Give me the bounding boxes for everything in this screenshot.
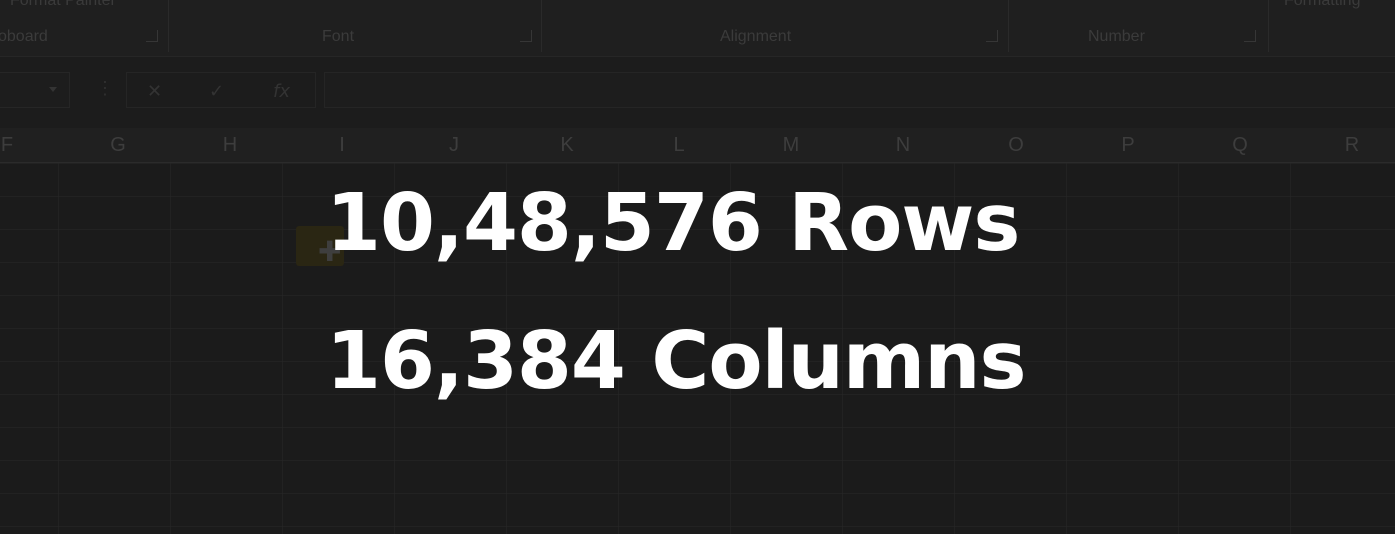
rows-count-caption: 10,48,576 Rows <box>326 177 1020 269</box>
ribbon-separator <box>168 0 169 52</box>
column-header-l[interactable]: L <box>667 134 691 157</box>
ribbon-separator <box>1268 0 1269 52</box>
formula-bar: ⋮ ✕ ✓ fx <box>0 68 1395 112</box>
number-launcher-icon[interactable] <box>1244 30 1256 42</box>
ribbon-group-clipboard: oboard <box>0 28 48 45</box>
column-header-f[interactable]: F <box>0 134 19 157</box>
column-header-k[interactable]: K <box>555 134 579 157</box>
ribbon-border <box>0 56 1395 57</box>
column-header-n[interactable]: N <box>891 134 915 157</box>
ribbon-separator <box>541 0 542 52</box>
conditional-formatting-label[interactable]: Formatting <box>1284 0 1360 10</box>
chevron-down-icon[interactable] <box>49 87 57 92</box>
column-header-i[interactable]: I <box>330 134 354 157</box>
column-header-p[interactable]: P <box>1116 134 1140 157</box>
formula-buttons: ✕ ✓ fx <box>126 72 316 108</box>
column-header-g[interactable]: G <box>106 134 130 157</box>
column-header-q[interactable]: Q <box>1228 134 1252 157</box>
ribbon-group-font: Font <box>322 28 355 45</box>
name-box[interactable] <box>0 72 70 108</box>
insert-function-icon[interactable]: fx <box>273 81 290 102</box>
clipboard-launcher-icon[interactable] <box>146 30 158 42</box>
cancel-icon[interactable]: ✕ <box>147 81 162 102</box>
screen: Format Painter Formatting oboard Font Al… <box>0 0 1395 534</box>
column-header-j[interactable]: J <box>442 134 466 157</box>
columns-count-caption: 16,384 Columns <box>326 315 1027 407</box>
column-header-r[interactable]: R <box>1340 134 1364 157</box>
format-painter-label[interactable]: Format Painter <box>10 0 116 10</box>
column-header-o[interactable]: O <box>1004 134 1028 157</box>
enter-check-icon[interactable]: ✓ <box>209 81 224 102</box>
column-header-m[interactable]: M <box>779 134 803 157</box>
ribbon: Format Painter Formatting oboard Font Al… <box>0 0 1395 56</box>
ribbon-group-alignment: Alignment <box>720 28 792 45</box>
font-launcher-icon[interactable] <box>520 30 532 42</box>
ribbon-separator <box>1008 0 1009 52</box>
more-vertical-icon[interactable]: ⋮ <box>96 78 114 98</box>
ribbon-group-number: Number <box>1088 28 1145 45</box>
column-header-bar: F G H I J K L M N O P Q R <box>0 128 1395 163</box>
formula-input[interactable] <box>324 72 1395 108</box>
alignment-launcher-icon[interactable] <box>986 30 998 42</box>
column-header-h[interactable]: H <box>218 134 242 157</box>
